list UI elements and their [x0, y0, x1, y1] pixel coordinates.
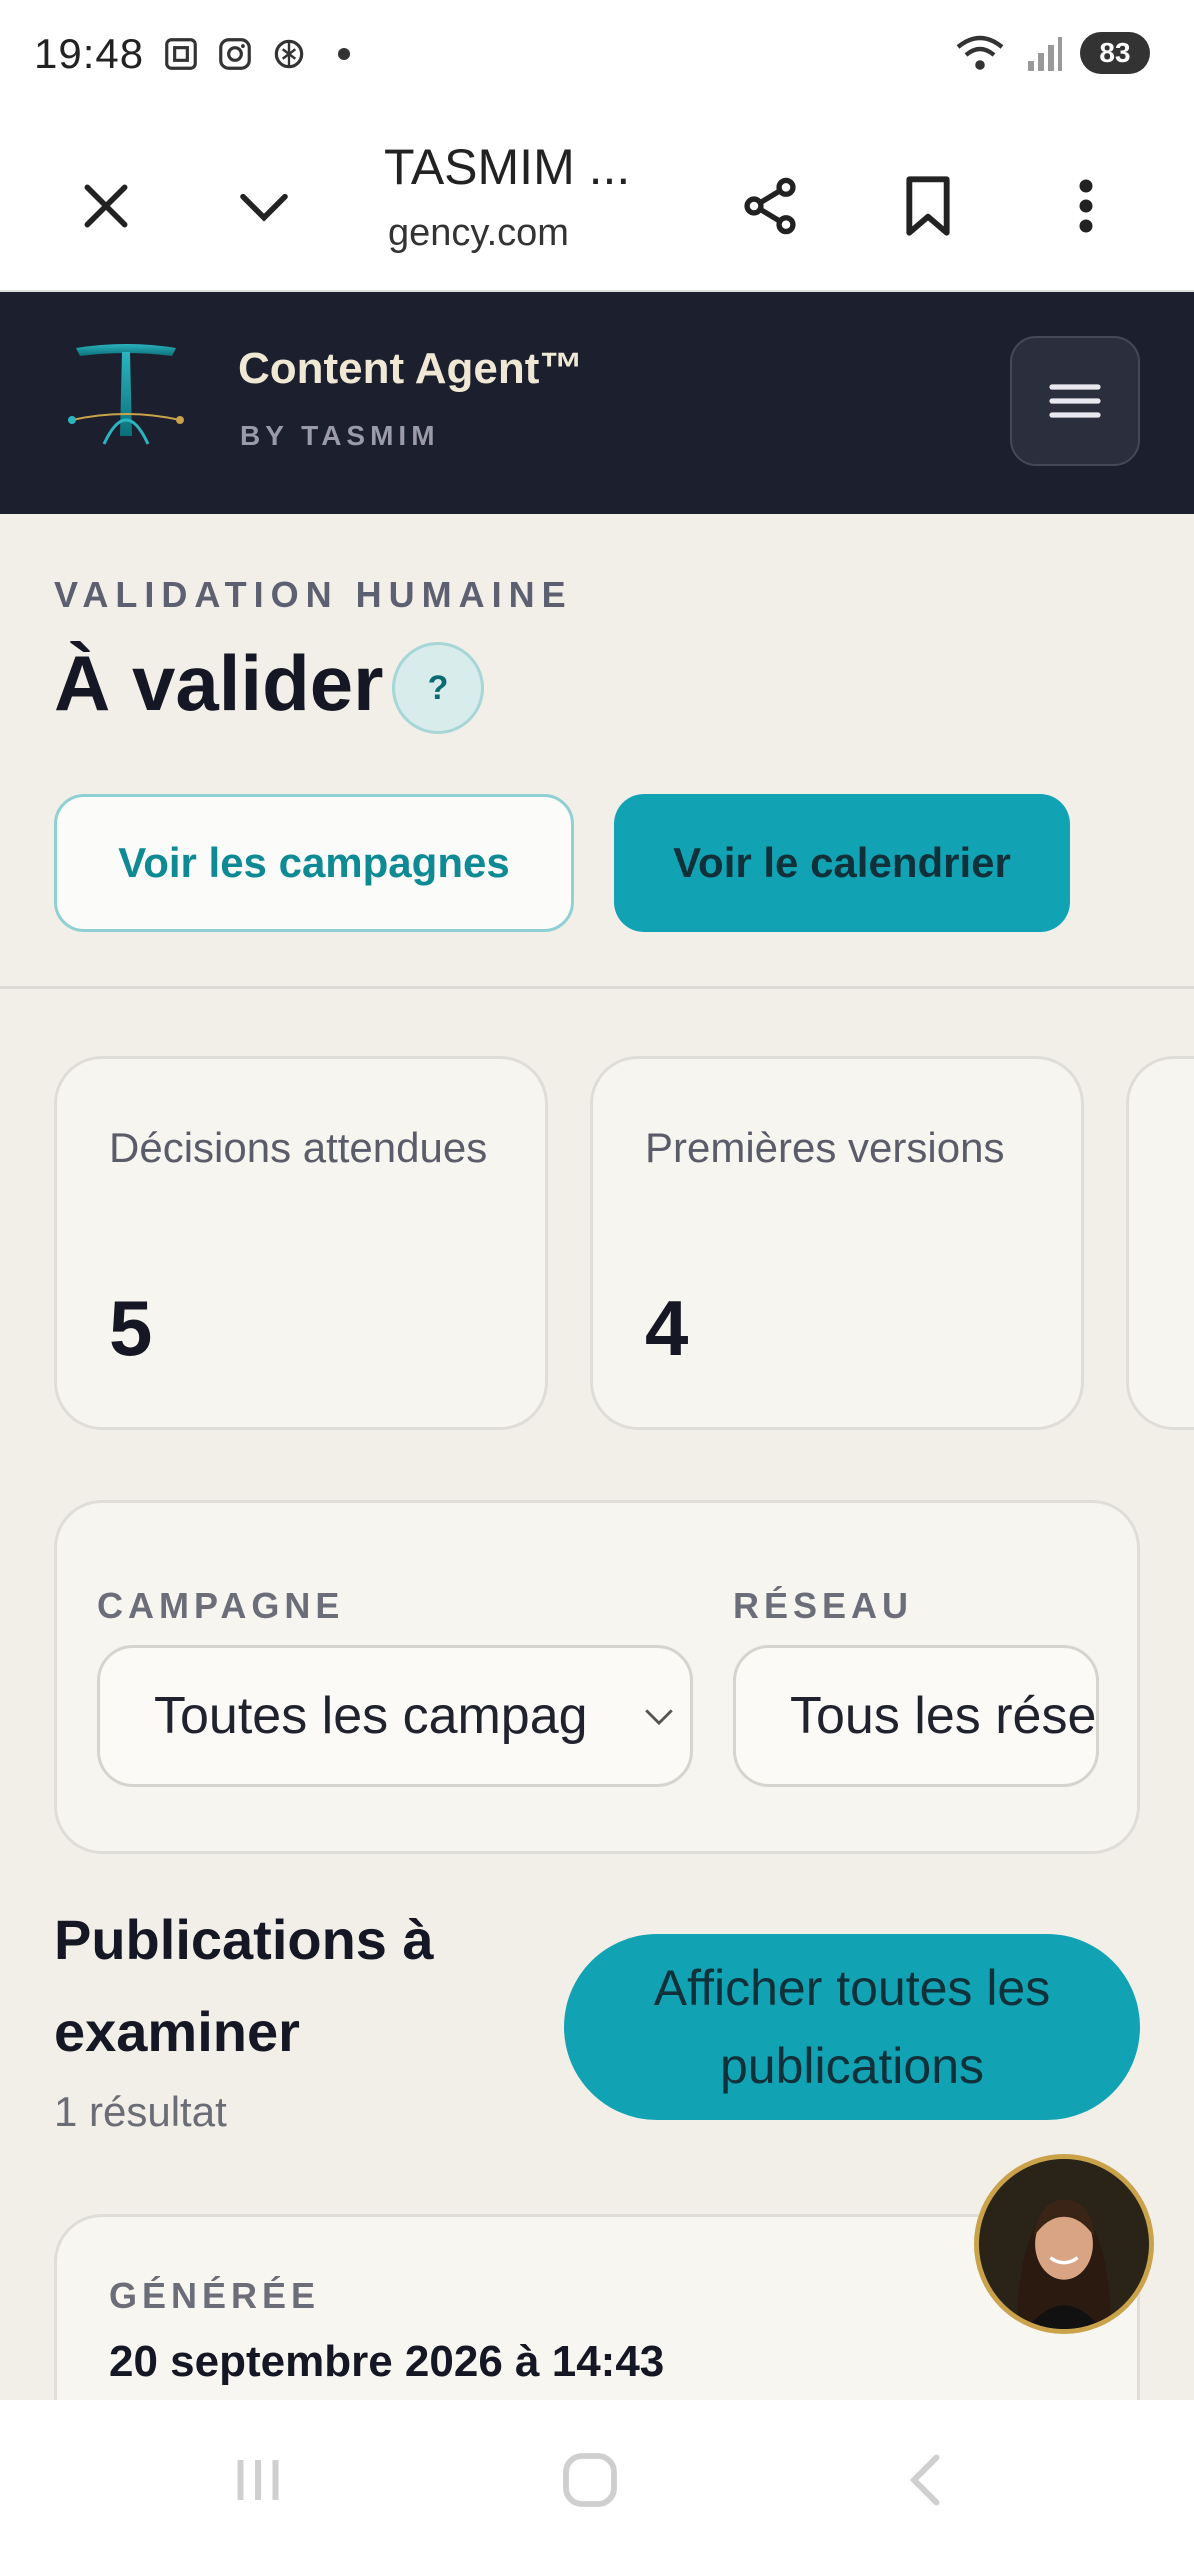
- brand-name: Content Agent™: [238, 344, 584, 393]
- publication-date: 20 septembre 2026 à 14:43: [109, 2337, 665, 2386]
- result-count: 1 résultat: [54, 2088, 227, 2135]
- more-vert-icon: [1079, 179, 1093, 233]
- status-bar: 19:48 83: [0, 0, 1194, 112]
- stat-card-first-versions: Premières versions 4: [590, 1056, 1084, 1430]
- publications-section-title: Publications à examiner: [54, 1908, 434, 2063]
- app-header: Content Agent™ BY TASMIM: [0, 292, 1194, 514]
- status-left-icons: [162, 34, 350, 74]
- status-right-icons: 83: [954, 32, 1150, 74]
- share-icon: [744, 177, 796, 235]
- view-calendar-button[interactable]: Voir le calendrier: [614, 794, 1070, 932]
- instagram-icon: [219, 38, 251, 70]
- recents-button[interactable]: [198, 2440, 318, 2520]
- home-button[interactable]: [530, 2440, 650, 2520]
- help-button[interactable]: ?: [392, 642, 484, 734]
- network-filter-label: RÉSEAU: [733, 1585, 914, 1626]
- filter-card: CAMPAGNE Toutes les campag RÉSEAU Tous l…: [54, 1500, 1140, 1854]
- divider: [0, 986, 1194, 989]
- back-button[interactable]: [864, 2440, 984, 2520]
- avatar: [979, 2159, 1149, 2329]
- brand-subtitle: BY TASMIM: [240, 420, 440, 451]
- campaign-filter-label: CAMPAGNE: [97, 1585, 345, 1626]
- system-nav-bar: [0, 2400, 1194, 2560]
- stat-value: 5: [109, 1284, 153, 1372]
- battery-icon: 83: [1080, 32, 1150, 74]
- browser-url[interactable]: gency.com: [388, 212, 569, 255]
- browser-page-title: TASMIM ...: [384, 139, 631, 195]
- page-title: À valider: [54, 639, 384, 727]
- collapse-button[interactable]: [214, 156, 314, 256]
- recents-icon: [237, 2460, 279, 2500]
- close-icon: [84, 184, 128, 228]
- assistant-avatar-button[interactable]: [974, 2154, 1154, 2334]
- campaign-select[interactable]: Toutes les campag: [97, 1645, 693, 1787]
- publication-status-label: GÉNÉRÉE: [109, 2275, 321, 2316]
- close-button[interactable]: [56, 156, 156, 256]
- home-icon: [563, 2453, 617, 2507]
- view-campaigns-button[interactable]: Voir les campagnes: [54, 794, 574, 932]
- campaign-select-value: Toutes les campag: [154, 1687, 588, 1745]
- main-content: VALIDATION HUMAINE À valider ? Voir les …: [0, 514, 1194, 2400]
- network-select-value: Tous les rése: [790, 1687, 1097, 1745]
- chevron-down-icon: [645, 1709, 673, 1726]
- menu-button[interactable]: [1010, 336, 1140, 466]
- wifi-icon: [956, 35, 1004, 70]
- share-button[interactable]: [720, 156, 820, 256]
- chevron-down-icon: [240, 193, 288, 222]
- more-options-button[interactable]: [1036, 156, 1136, 256]
- notification-dot: [338, 48, 350, 60]
- stat-label: Décisions attendues: [109, 1124, 488, 1171]
- page-eyebrow: VALIDATION HUMAINE: [54, 574, 573, 615]
- hamburger-icon: [1049, 384, 1101, 418]
- bookmark-button[interactable]: [878, 156, 978, 256]
- tasmim-logo[interactable]: [64, 336, 188, 456]
- signal-icon: [1028, 37, 1062, 71]
- network-select[interactable]: Tous les rése: [733, 1645, 1099, 1787]
- screenshot-icon: [165, 38, 197, 70]
- bookmark-icon: [906, 176, 950, 236]
- show-all-publications-button[interactable]: Afficher toutes les publications: [564, 1934, 1140, 2120]
- back-icon: [909, 2454, 940, 2506]
- stat-card-partial: [1126, 1056, 1194, 1430]
- stat-card-pending-decisions: Décisions attendues 5: [54, 1056, 548, 1430]
- chatgpt-icon: [274, 39, 304, 69]
- stat-value: 4: [645, 1284, 689, 1372]
- stat-label: Premières versions: [645, 1124, 1005, 1171]
- browser-toolbar: TASMIM ... gency.com: [0, 112, 1194, 292]
- status-time: 19:48: [34, 30, 145, 77]
